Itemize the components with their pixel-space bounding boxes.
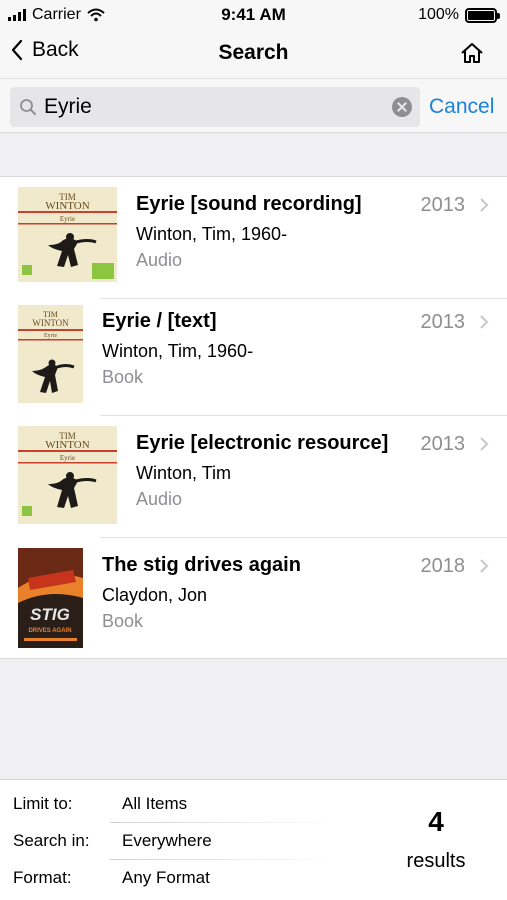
results-list: TIM WINTON Eyrie Eyrie [sound recording]…: [0, 176, 507, 659]
result-row[interactable]: TIM WINTON Eyrie Eyrie [electronic resou…: [0, 416, 507, 538]
result-author: Claydon, Jon: [102, 585, 208, 605]
battery-icon: [465, 7, 500, 23]
result-title: Eyrie [sound recording]: [136, 193, 362, 215]
search-field[interactable]: [10, 87, 420, 127]
audio-cover-image: TIM WINTON Eyrie: [18, 187, 117, 282]
results-count-label: results: [406, 850, 466, 872]
result-format: Audio: [136, 489, 183, 509]
result-title: The stig drives again: [102, 554, 301, 576]
page-title: Search: [218, 41, 289, 64]
result-author: Winton, Tim, 1960-: [136, 224, 288, 244]
book-cover-image: TIM WINTON Eyrie: [18, 305, 83, 403]
search-icon: [20, 99, 36, 115]
filter-label: Search in:: [13, 831, 90, 850]
filter-value: All Items: [122, 794, 188, 813]
svg-text:Eyrie: Eyrie: [44, 333, 57, 339]
result-row[interactable]: TIM WINTON Eyrie Eyrie / [text] 2013 Win…: [0, 294, 507, 416]
result-author: Winton, Tim, 1960-: [102, 341, 254, 361]
status-right: 100%: [418, 6, 500, 24]
chevron-right-icon: [480, 315, 489, 329]
svg-text:WINTON: WINTON: [45, 200, 89, 212]
clear-icon[interactable]: [392, 97, 412, 117]
home-icon[interactable]: [459, 40, 485, 66]
limit-filter[interactable]: Limit to: All Items: [13, 786, 343, 822]
svg-text:WINTON: WINTON: [32, 318, 69, 328]
result-title: Eyrie [electronic resource]: [136, 432, 389, 454]
result-format: Book: [102, 367, 144, 387]
chevron-right-icon: [480, 559, 489, 573]
svg-text:STIG: STIG: [30, 605, 70, 624]
filter-label: Format:: [13, 868, 72, 887]
filter-value: Everywhere: [122, 831, 212, 850]
result-year: 2013: [420, 433, 466, 455]
search-filters-panel: Limit to: All Items Search in: Everywher…: [0, 779, 507, 900]
result-row[interactable]: STIG DRIVES AGAIN The stig drives again …: [0, 538, 507, 660]
search-bar: Cancel: [0, 78, 507, 132]
result-title: Eyrie / [text]: [102, 310, 217, 332]
format-filter[interactable]: Format: Any Format: [13, 860, 343, 896]
search-in-filter[interactable]: Search in: Everywhere: [13, 823, 343, 859]
result-format: Book: [102, 611, 144, 631]
navigation-bar: Back Search: [0, 32, 507, 78]
chevron-right-icon: [480, 437, 489, 451]
status-bar: Carrier 9:41 AM 100%: [0, 0, 507, 32]
result-year: 2018: [420, 555, 466, 577]
result-year: 2013: [420, 194, 466, 216]
chevron-right-icon: [480, 198, 489, 212]
section-spacer: [0, 132, 507, 176]
cancel-button[interactable]: Cancel: [429, 95, 494, 119]
svg-text:Eyrie: Eyrie: [60, 454, 75, 462]
result-row[interactable]: TIM WINTON Eyrie Eyrie [sound recording]…: [0, 177, 507, 299]
audio-cover-image: TIM WINTON Eyrie: [18, 426, 117, 524]
search-input[interactable]: [44, 93, 384, 121]
filter-label: Limit to:: [13, 794, 73, 813]
result-format: Audio: [136, 250, 183, 270]
results-count: 4: [428, 806, 444, 837]
svg-text:Eyrie: Eyrie: [60, 215, 75, 223]
result-author: Winton, Tim: [136, 463, 232, 483]
svg-text:DRIVES AGAIN: DRIVES AGAIN: [28, 628, 71, 634]
result-year: 2013: [420, 311, 466, 333]
battery-percent: 100%: [418, 6, 459, 23]
filter-value: Any Format: [122, 868, 210, 887]
empty-area: [0, 659, 507, 779]
svg-text:WINTON: WINTON: [45, 439, 89, 451]
book-cover-image: STIG DRIVES AGAIN: [18, 548, 83, 648]
